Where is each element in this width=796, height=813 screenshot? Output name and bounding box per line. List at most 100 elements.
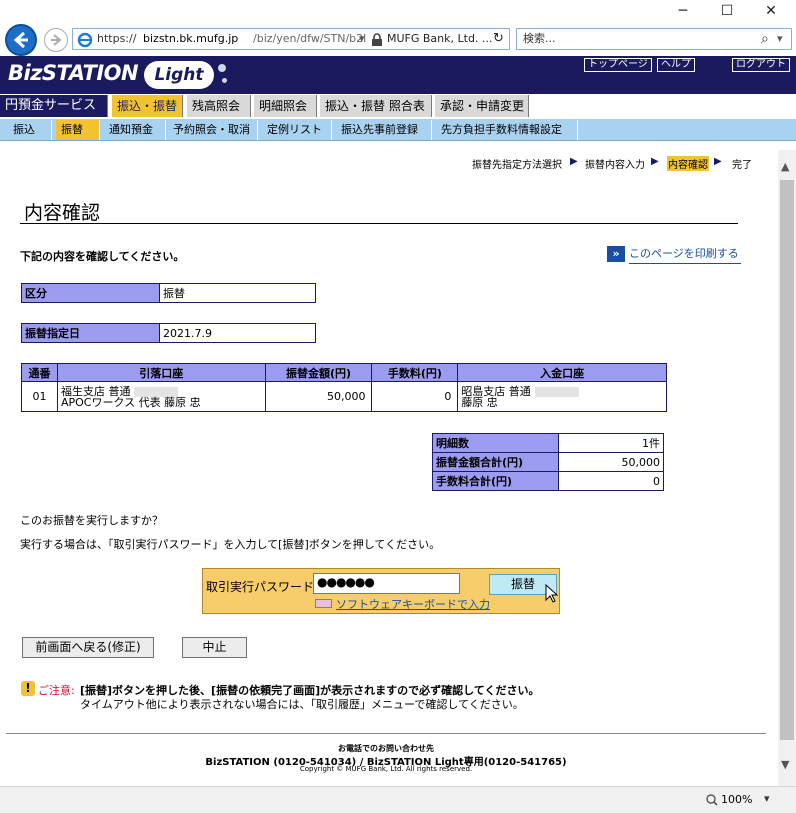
confirm-question: このお振替を実行しますか？ xyxy=(20,514,163,527)
title-underline xyxy=(20,223,738,224)
total-fee-value: 0 xyxy=(558,471,664,491)
zoom-icon[interactable] xyxy=(706,794,718,806)
software-keyboard-link[interactable]: ソフトウェアキーボードで入力 xyxy=(336,596,490,612)
search-dropdown-icon[interactable]: ▾ xyxy=(777,29,783,49)
step-arrow-icon: ▶ xyxy=(651,156,659,167)
status-bar: 100% ▾ xyxy=(0,786,796,813)
nav-transfer[interactable]: 振込・振替 xyxy=(112,95,183,117)
col-credit: 入金口座 xyxy=(457,363,667,382)
subnav-fee-settings[interactable]: 先方負担手数料情報設定 xyxy=(436,120,578,140)
subnav-furikae[interactable]: 振替 xyxy=(56,120,100,140)
search-input[interactable]: 検索... xyxy=(523,29,556,49)
step-input: 振替内容入力 xyxy=(585,160,645,171)
nav-balance[interactable]: 残高照会 xyxy=(187,95,251,117)
cancel-button[interactable]: 中止 xyxy=(182,637,247,658)
help-link[interactable]: ヘルプ xyxy=(657,58,695,72)
totals-table: 明細数 1件 振替金額合計(円) 50,000 手数料合計(円) 0 xyxy=(432,433,664,491)
instruction-text: 下記の内容を確認してください。 xyxy=(20,250,185,263)
search-box[interactable]: 検索... ⌕ ▾ xyxy=(516,28,792,50)
credit-account: 昭島支店 普通 藤原 忠 xyxy=(457,381,667,412)
totals-row: 手数料合計(円) 0 xyxy=(432,471,664,491)
subnav-reservations[interactable]: 予約照会・取消 xyxy=(168,120,258,140)
total-amount-label: 振替金額合計(円) xyxy=(432,452,559,472)
subnav-furikomi[interactable]: 振込 xyxy=(8,120,52,140)
date-value: 2021.7.9 xyxy=(159,323,316,343)
detail-header-row: 通番 引落口座 振替金額(円) 手数料(円) 入金口座 xyxy=(21,363,667,382)
bizstation-logo: BizSTATION xyxy=(8,61,139,85)
forward-arrow-icon xyxy=(51,34,62,46)
vertical-scrollbar[interactable]: ▲ ▼ xyxy=(778,150,796,786)
logo-dot xyxy=(222,78,227,83)
print-page-link[interactable]: このページを印刷する xyxy=(629,245,741,264)
zoom-level[interactable]: 100% xyxy=(721,793,752,806)
col-amount: 振替金額(円) xyxy=(264,363,373,382)
site-identity[interactable]: MUFG Bank, Ltd. ... xyxy=(387,29,492,49)
password-dots: ●●●●●● xyxy=(317,575,375,589)
fee-cell: 0 xyxy=(371,381,459,412)
credit-holder: 藤原 忠 xyxy=(461,395,498,409)
top-page-link[interactable]: トップページ xyxy=(584,58,652,72)
step-select-method: 振替先指定方法選択 xyxy=(472,160,562,171)
search-icon[interactable]: ⌕ xyxy=(761,29,769,49)
total-fee-label: 手数料合計(円) xyxy=(432,471,559,491)
footer-divider xyxy=(6,733,766,734)
debit-holder: APOCワークス 代表 藤原 忠 xyxy=(60,395,201,409)
row-no: 01 xyxy=(21,381,58,412)
keyboard-icon[interactable] xyxy=(315,599,332,608)
total-count-label: 明細数 xyxy=(432,433,559,453)
scroll-down-icon[interactable]: ▼ xyxy=(781,758,789,771)
page-title: 内容確認 xyxy=(24,202,101,224)
notice-line2: タイムアウト他により表示されない場合には、「取引履歴」メニューで確認してください… xyxy=(80,698,524,711)
step-complete: 完了 xyxy=(732,160,752,171)
password-label: 取引実行パスワード xyxy=(206,580,315,594)
subnav-notice-deposit[interactable]: 通知預金 xyxy=(104,120,166,140)
total-amount-value: 50,000 xyxy=(558,452,664,472)
col-fee: 手数料(円) xyxy=(371,363,459,382)
back-edit-button[interactable]: 前画面へ戻る(修正) xyxy=(22,637,154,658)
password-input[interactable]: ●●●●●● xyxy=(313,573,460,594)
notice-title: ご注意: xyxy=(38,684,75,697)
nav-approval[interactable]: 承認・申請変更 xyxy=(435,95,529,117)
address-dropdown-icon[interactable]: ▾ xyxy=(359,29,365,49)
step-arrow-icon: ▶ xyxy=(714,156,722,167)
amount-cell: 50,000 xyxy=(264,381,373,412)
warning-icon: ! xyxy=(21,681,35,696)
detail-table: 通番 引落口座 振替金額(円) 手数料(円) 入金口座 01 福生支店 普通 A… xyxy=(21,363,667,412)
logo-dot xyxy=(218,64,226,72)
step-confirm-active: 内容確認 xyxy=(667,156,709,171)
nav-reconciliation[interactable]: 振込・振替 照合表 xyxy=(320,95,432,117)
debit-account: 福生支店 普通 APOCワークス 代表 藤原 忠 xyxy=(56,381,266,412)
lock-icon[interactable] xyxy=(371,33,383,46)
forward-button[interactable] xyxy=(44,28,68,52)
subnav-regular-list[interactable]: 定例リスト xyxy=(262,120,332,140)
footer-copyright: Copyright © MUFG Bank, Ltd. All rights r… xyxy=(299,765,473,773)
minimize-button[interactable]: ─ xyxy=(668,2,698,20)
light-logo: Light xyxy=(144,61,214,89)
subnav-preregister[interactable]: 振込先事前登録 xyxy=(336,120,432,140)
scrollbar-thumb[interactable] xyxy=(780,180,794,740)
col-no: 通番 xyxy=(21,363,58,382)
maximize-button[interactable]: ☐ xyxy=(712,2,742,20)
zoom-dropdown-icon[interactable]: ▾ xyxy=(764,792,770,805)
logout-link[interactable]: ログアウト xyxy=(732,58,790,72)
total-count-value: 1件 xyxy=(558,433,664,453)
mouse-cursor-icon xyxy=(545,584,559,603)
refresh-icon[interactable]: ↻ xyxy=(493,29,504,49)
date-label: 振替指定日 xyxy=(21,323,160,343)
url-host: bizstn.bk.mufg.jp xyxy=(143,32,239,45)
col-debit: 引落口座 xyxy=(56,363,266,382)
print-icon[interactable]: » xyxy=(607,246,625,262)
date-table: 振替指定日 2021.7.9 xyxy=(21,323,316,343)
totals-row: 明細数 1件 xyxy=(432,433,664,453)
masked-account-number xyxy=(534,386,579,397)
back-button[interactable] xyxy=(5,24,37,56)
window-titlebar: ─ ☐ ✕ xyxy=(0,0,796,22)
scroll-up-icon[interactable]: ▲ xyxy=(781,160,789,173)
url-scheme: https:// xyxy=(97,32,137,45)
address-bar[interactable]: https:// bizstn.bk.mufg.jp /biz/yen/dfw/… xyxy=(72,28,510,50)
close-window-button[interactable]: ✕ xyxy=(756,2,786,20)
nav-statement[interactable]: 明細照会 xyxy=(254,95,317,117)
totals-row: 振替金額合計(円) 50,000 xyxy=(432,452,664,472)
category-table: 区分 振替 xyxy=(21,283,316,303)
category-label: 区分 xyxy=(21,283,160,303)
